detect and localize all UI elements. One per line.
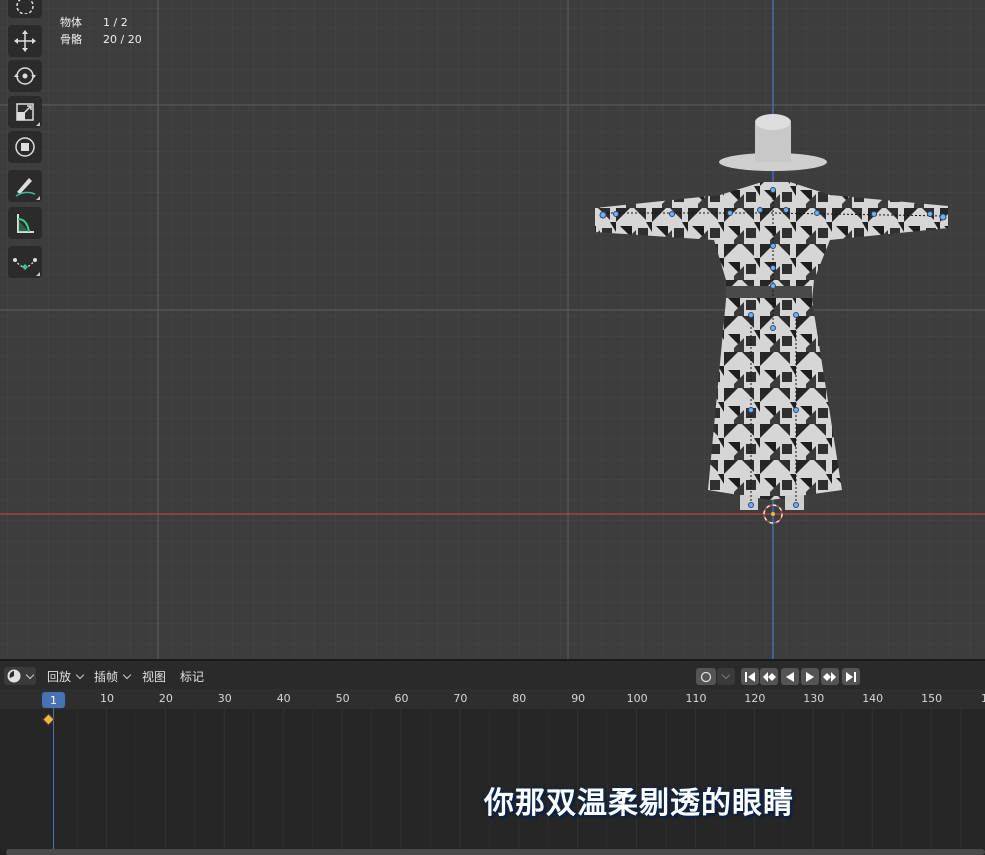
curve-icon	[13, 258, 37, 270]
marker-menu[interactable]: 标记	[180, 667, 204, 685]
marker-menu-label: 标记	[180, 669, 205, 684]
move-tool-button[interactable]	[8, 25, 42, 57]
editor-type-dropdown[interactable]	[4, 667, 36, 685]
ruler-tick-label: 150	[921, 692, 943, 705]
ruler-tick-label: 70	[453, 692, 468, 705]
rotate-icon	[14, 67, 36, 85]
playback-menu-label: 回放	[47, 669, 72, 684]
rotate-tool-button[interactable]	[8, 60, 42, 92]
view-menu[interactable]: 视图	[142, 667, 166, 685]
play-reverse-button[interactable]	[781, 668, 799, 685]
playhead-line	[53, 708, 54, 849]
jump-to-start-button[interactable]	[741, 668, 759, 685]
next-keyframe-button[interactable]	[821, 668, 839, 685]
ruler-tick-label: 40	[276, 692, 291, 705]
play-icon	[806, 671, 814, 682]
jump-to-end-button[interactable]	[842, 668, 860, 685]
pencil-icon	[15, 178, 36, 197]
3d-viewport[interactable]: 物体 1 / 2 骨骼 20 / 20	[0, 0, 985, 659]
prev-keyframe-icon	[763, 671, 776, 682]
objects-value: 1 / 2	[103, 16, 128, 29]
keying-menu-label: 插帧	[94, 669, 119, 684]
video-subtitle: 你那双温柔剔透的眼睛	[484, 786, 794, 821]
ruler-tick-label: 80	[512, 692, 527, 705]
scale-tool-button[interactable]	[8, 96, 42, 128]
ruler-tick-label: 20	[158, 692, 173, 705]
curve-tool-button[interactable]	[8, 246, 42, 278]
transform-icon	[15, 137, 35, 157]
ruler-tick-label: 110	[685, 692, 707, 705]
ruler-tick-label: 30	[217, 692, 232, 705]
character-model[interactable]	[580, 100, 960, 530]
horizontal-scrollbar[interactable]	[6, 849, 985, 855]
ruler-tick-label: 1	[981, 692, 985, 705]
ruler-tick-label: 120	[744, 692, 766, 705]
hat	[719, 114, 827, 171]
prev-keyframe-button[interactable]	[760, 668, 778, 685]
ruler-tick-label: 130	[803, 692, 825, 705]
clock-icon	[7, 669, 21, 683]
ruler-tick-label: 140	[862, 692, 884, 705]
bones-value: 20 / 20	[103, 33, 142, 46]
annotate-tool-button[interactable]	[8, 170, 42, 202]
timeline-editor[interactable]: 回放 插帧 视图 标记 1 10 20 30 40 50 60 70 80 90 100 110 12…	[0, 659, 985, 855]
frame-ruler[interactable]: 1 10 20 30 40 50 60 70 80 90 100 110 120 130 140 150 1	[0, 689, 985, 709]
jump-end-icon	[846, 671, 856, 682]
ruler-icon	[17, 214, 34, 233]
cursor-tool-button[interactable]	[8, 0, 42, 18]
play-reverse-icon	[786, 671, 794, 682]
ruler-tick-label: 10	[100, 692, 114, 705]
next-keyframe-icon	[823, 671, 836, 682]
ruler-tick-label: 90	[571, 692, 586, 705]
cursor-icon	[16, 0, 34, 14]
scale-icon	[16, 103, 34, 121]
record-icon	[700, 671, 712, 682]
playback-menu[interactable]: 回放	[43, 667, 87, 685]
view-menu-label: 视图	[142, 669, 167, 684]
keying-menu[interactable]: 插帧	[90, 667, 134, 685]
robe	[595, 182, 948, 510]
3d-cursor-icon	[763, 504, 783, 524]
play-button[interactable]	[801, 668, 819, 685]
move-icon	[14, 30, 36, 52]
jump-start-icon	[745, 671, 755, 682]
keying-set-dropdown[interactable]	[717, 668, 735, 685]
objects-label: 物体	[60, 16, 82, 29]
bones-label: 骨骼	[60, 33, 82, 46]
ruler-tick-label: 100	[626, 692, 648, 705]
measure-tool-button[interactable]	[8, 207, 42, 239]
viewport-stats: 物体 1 / 2 骨骼 20 / 20	[60, 14, 142, 48]
timeline-header: 回放 插帧 视图 标记	[0, 659, 985, 689]
transform-tool-button[interactable]	[8, 131, 42, 163]
auto-keying-toggle[interactable]	[696, 668, 716, 685]
current-frame-indicator[interactable]: 1	[42, 692, 65, 708]
ruler-tick-label: 60	[394, 692, 409, 705]
ruler-tick-label: 50	[335, 692, 350, 705]
